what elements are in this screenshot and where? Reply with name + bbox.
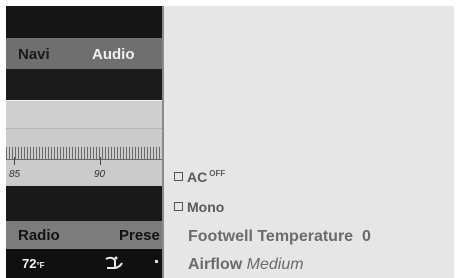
airflow-value: Medium — [246, 256, 304, 273]
climate-icon — [155, 260, 158, 263]
airflow-option[interactable]: Airflow Medium — [188, 256, 304, 274]
checkbox-icon[interactable] — [174, 172, 183, 181]
footwell-label: Footwell Temperature — [188, 228, 354, 245]
ac-label: AC — [187, 169, 208, 185]
checkbox-icon[interactable] — [174, 202, 183, 211]
major-tick — [14, 157, 15, 165]
tab-navi[interactable]: Navi — [18, 46, 50, 63]
temperature-value: 72 — [22, 256, 37, 271]
mono-label: Mono — [187, 199, 225, 215]
major-tick — [100, 157, 101, 165]
frequency-ticks — [6, 147, 163, 159]
temperature-readout[interactable]: 72°F — [22, 256, 45, 271]
ac-state: OFF — [209, 169, 226, 178]
audio-panel: Navi Audio 85 90 Radio Prese 72°F — [6, 6, 163, 278]
airflow-label: Airflow — [188, 256, 243, 273]
menu-radio[interactable]: Radio — [18, 227, 60, 244]
air-distribution-icon[interactable] — [103, 255, 125, 271]
frequency-baseline — [6, 159, 163, 160]
freq-label: 90 — [94, 169, 106, 180]
tab-audio[interactable]: Audio — [92, 46, 135, 63]
temperature-unit: °F — [36, 261, 45, 270]
menu-presets[interactable]: Prese — [119, 227, 160, 244]
header-band — [6, 6, 163, 38]
display-screen: Navi Audio 85 90 Radio Prese 72°F AC OFF … — [6, 6, 454, 278]
footwell-temperature-option[interactable]: Footwell Temperature 0 — [188, 228, 371, 246]
mono-option[interactable]: Mono — [174, 199, 224, 215]
info-band — [6, 100, 163, 129]
preset-band — [6, 186, 163, 221]
ac-option[interactable]: AC OFF — [174, 169, 225, 185]
freq-label: 85 — [9, 169, 21, 180]
station-band — [6, 69, 163, 100]
footwell-value: 0 — [361, 228, 371, 245]
panel-divider — [162, 6, 164, 278]
